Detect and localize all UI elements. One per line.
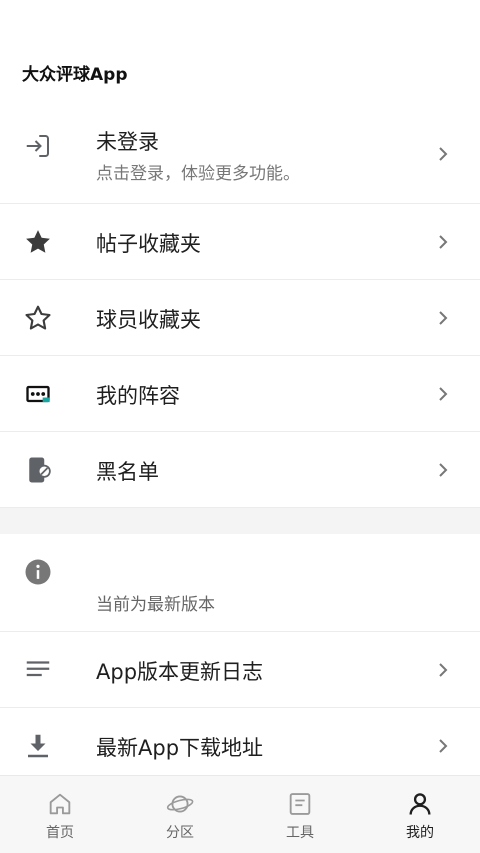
- my-lineup-row[interactable]: 我的阵容: [0, 356, 480, 432]
- changelog-row[interactable]: App版本更新日志: [0, 632, 480, 708]
- star-outline-icon: [22, 302, 54, 334]
- chevron-right-icon: [439, 663, 448, 677]
- profile-page: 大众评球App 未登录 点击登录，体验更多功能。 帖子收藏夹 球员收藏夹 我的阵…: [0, 0, 480, 853]
- chevron-right-icon: [439, 739, 448, 753]
- tab-mine[interactable]: 我的: [360, 776, 480, 853]
- changelog-label: App版本更新日志: [96, 660, 264, 684]
- login-title: 未登录: [96, 130, 159, 154]
- tab-home-label: 首页: [46, 825, 74, 841]
- blacklist-label: 黑名单: [96, 460, 159, 484]
- home-icon: [49, 793, 71, 815]
- post-favorites-label: 帖子收藏夹: [96, 232, 201, 256]
- blacklist-row[interactable]: 黑名单: [0, 432, 480, 508]
- tab-mine-label: 我的: [406, 825, 434, 841]
- post-favorites-row[interactable]: 帖子收藏夹: [0, 204, 480, 280]
- app-title: 大众评球App: [22, 65, 128, 85]
- user-icon: [409, 793, 431, 815]
- version-status: 当前为最新版本: [96, 595, 215, 615]
- list-lines-icon: [22, 654, 54, 686]
- star-filled-icon: [22, 226, 54, 258]
- chevron-right-icon: [439, 387, 448, 401]
- login-row[interactable]: 未登录 点击登录，体验更多功能。: [0, 104, 480, 204]
- block-phone-icon: [22, 454, 54, 486]
- chevron-right-icon: [439, 147, 448, 161]
- download-icon: [22, 730, 54, 762]
- chevron-right-icon: [439, 235, 448, 249]
- tab-tools-label: 工具: [286, 825, 314, 841]
- notes-icon: [289, 793, 311, 815]
- player-favorites-row[interactable]: 球员收藏夹: [0, 280, 480, 356]
- tab-sections-label: 分区: [166, 825, 194, 841]
- lineup-icon: [22, 378, 54, 410]
- menu-list: 未登录 点击登录，体验更多功能。 帖子收藏夹 球员收藏夹 我的阵容 黑名单 当前…: [0, 104, 480, 784]
- planet-icon: [166, 795, 194, 813]
- tab-tools[interactable]: 工具: [240, 776, 360, 853]
- download-label: 最新App下载地址: [96, 736, 264, 760]
- my-lineup-label: 我的阵容: [96, 384, 180, 408]
- tab-sections[interactable]: 分区: [120, 776, 240, 853]
- info-icon: [22, 556, 54, 588]
- chevron-right-icon: [439, 463, 448, 477]
- download-row[interactable]: 最新App下载地址: [0, 708, 480, 784]
- player-favorites-label: 球员收藏夹: [96, 308, 201, 332]
- login-subtitle: 点击登录，体验更多功能。: [96, 164, 300, 184]
- version-info-row: 当前为最新版本: [0, 534, 480, 632]
- login-icon: [22, 130, 54, 162]
- bottom-tab-bar: 首页 分区 工具 我的: [0, 775, 480, 853]
- tab-home[interactable]: 首页: [0, 776, 120, 853]
- section-divider: [0, 508, 480, 534]
- chevron-right-icon: [439, 311, 448, 325]
